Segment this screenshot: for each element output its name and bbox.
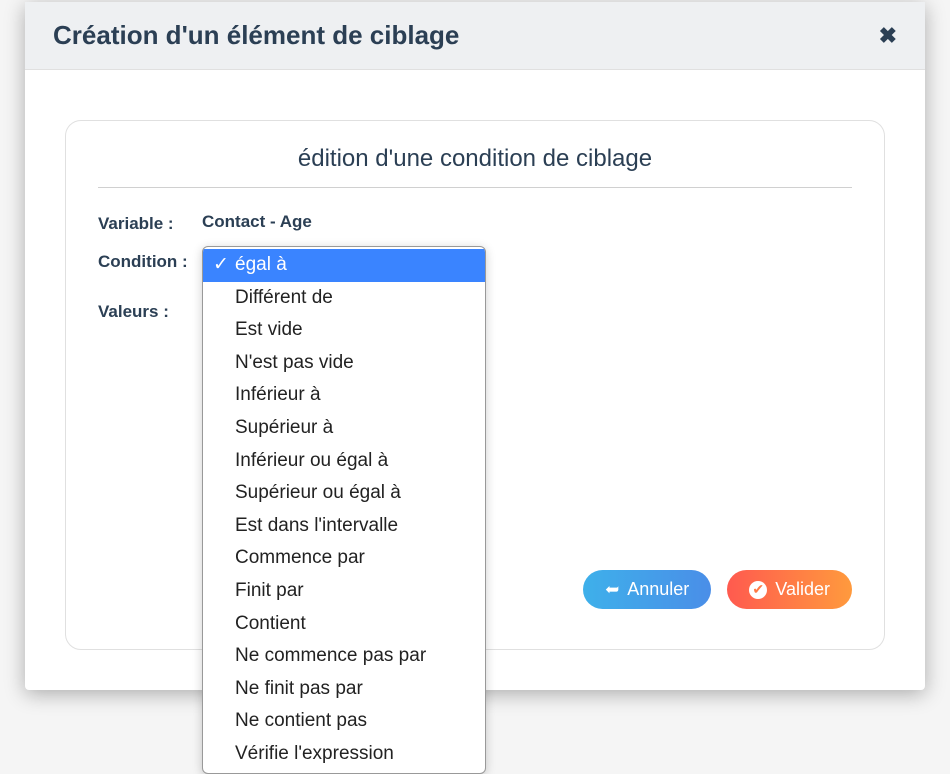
variable-row: Variable : Contact - Age bbox=[98, 212, 852, 234]
dropdown-item[interactable]: Est vide bbox=[203, 314, 485, 347]
dropdown-item[interactable]: Ne contient pas bbox=[203, 705, 485, 738]
reply-icon: ➥ bbox=[605, 580, 619, 600]
card-title: édition d'une condition de ciblage bbox=[98, 145, 852, 188]
condition-label: Condition : bbox=[98, 250, 202, 272]
modal-body: édition d'une condition de ciblage Varia… bbox=[25, 70, 925, 690]
close-icon[interactable]: ✖ bbox=[879, 23, 897, 49]
dropdown-item[interactable]: Inférieur à bbox=[203, 379, 485, 412]
modal-title: Création d'un élément de ciblage bbox=[53, 20, 459, 51]
condition-row: Condition : égal àDifférent deEst videN'… bbox=[98, 250, 852, 272]
dropdown-item[interactable]: N'est pas vide bbox=[203, 347, 485, 380]
modal-header: Création d'un élément de ciblage ✖ bbox=[25, 2, 925, 70]
dropdown-item[interactable]: Inférieur ou égal à bbox=[203, 445, 485, 478]
check-circle-icon bbox=[749, 581, 767, 599]
dropdown-item[interactable]: Ne finit pas par bbox=[203, 673, 485, 706]
dropdown-item[interactable]: Supérieur à bbox=[203, 412, 485, 445]
modal-dialog: Création d'un élément de ciblage ✖ éditi… bbox=[25, 2, 925, 690]
dropdown-item[interactable]: Est dans l'intervalle bbox=[203, 510, 485, 543]
dropdown-item[interactable]: Ne commence pas par bbox=[203, 640, 485, 673]
dropdown-item[interactable]: Supérieur ou égal à bbox=[203, 477, 485, 510]
dropdown-item[interactable]: Finit par bbox=[203, 575, 485, 608]
dropdown-item[interactable]: Commence par bbox=[203, 542, 485, 575]
variable-value: Contact - Age bbox=[202, 212, 312, 232]
dropdown-item[interactable]: Contient bbox=[203, 608, 485, 641]
condition-card: édition d'une condition de ciblage Varia… bbox=[65, 120, 885, 650]
dropdown-item[interactable]: Différent de bbox=[203, 282, 485, 315]
validate-button[interactable]: Valider bbox=[727, 570, 852, 609]
cancel-button[interactable]: ➥ Annuler bbox=[583, 570, 711, 609]
values-label: Valeurs : bbox=[98, 300, 202, 322]
condition-dropdown[interactable]: égal àDifférent deEst videN'est pas vide… bbox=[202, 246, 486, 774]
cancel-button-label: Annuler bbox=[627, 579, 689, 600]
validate-button-label: Valider bbox=[775, 579, 830, 600]
dropdown-item[interactable]: Vérifie l'expression bbox=[203, 738, 485, 771]
variable-label: Variable : bbox=[98, 212, 202, 234]
dropdown-item[interactable]: égal à bbox=[203, 249, 485, 282]
